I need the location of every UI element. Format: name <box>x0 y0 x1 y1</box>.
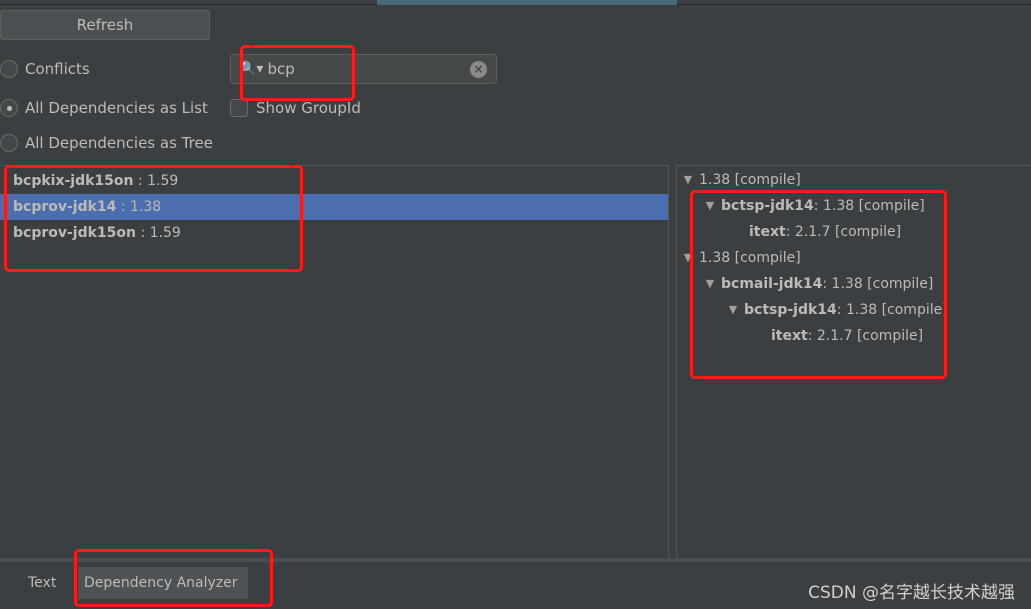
show-groupid-checkbox[interactable]: Show GroupId <box>230 99 361 117</box>
radio-label: All Dependencies as Tree <box>25 134 213 152</box>
refresh-button[interactable]: Refresh <box>0 10 210 40</box>
radio-label: Conflicts <box>25 60 90 78</box>
clear-search-icon[interactable]: × <box>470 61 487 78</box>
checkbox-icon <box>230 99 248 117</box>
annotation-box <box>690 190 947 379</box>
radio-conflicts[interactable]: Conflicts <box>0 60 90 78</box>
watermark: CSDN @名字越长技术越强 <box>808 583 1015 603</box>
radio-circle-icon <box>0 60 18 78</box>
checkbox-label: Show GroupId <box>256 99 361 117</box>
radio-checked-icon <box>0 99 18 117</box>
annotation-box <box>240 45 355 101</box>
annotation-box <box>4 165 303 272</box>
annotation-box <box>74 549 273 607</box>
radio-all-dependencies-tree[interactable]: All Dependencies as Tree <box>0 134 213 152</box>
radio-circle-icon <box>0 134 18 152</box>
tab-text[interactable]: Text <box>22 567 62 599</box>
active-editor-tab-indicator <box>377 0 677 5</box>
radio-label: All Dependencies as List <box>25 99 208 117</box>
radio-all-dependencies-list[interactable]: All Dependencies as List <box>0 99 208 117</box>
